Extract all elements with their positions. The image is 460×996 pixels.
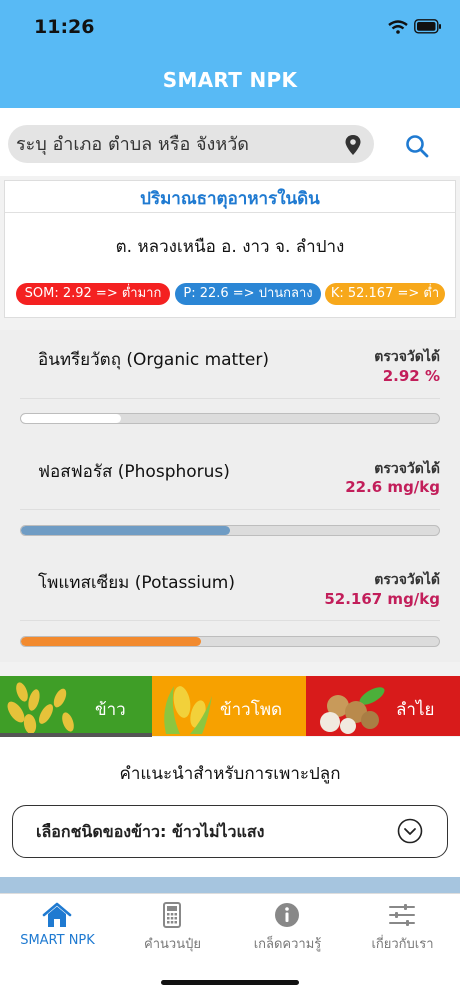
rice-type-select-label: เลือกชนิดของข้าว: ข้าวไม่ไวแสง [36,822,265,841]
tab-about[interactable]: เกี่ยวกับเรา [345,893,460,968]
wifi-icon [388,20,408,34]
rice-plant-icon [7,682,74,734]
divider [20,398,440,399]
phosphorus-value: 22.6 mg/kg [345,478,440,496]
measured-label: ตรวจวัดได้ [374,461,440,477]
recommendation-title: คำแนะนำสำหรับการเพาะปลูก [119,764,341,784]
potassium-value: 52.167 mg/kg [324,590,440,608]
phosphorus-label: ฟอสฟอรัส (Phosphorus) [38,462,230,482]
crop-tab-corn[interactable]: ข้าวโพด [152,676,306,736]
battery-icon [414,19,441,34]
location-text: ต. หลวงเหนือ อ. งาว จ. ลำปาง [115,237,345,257]
calculator-icon [163,902,181,928]
potassium-bar-fill [21,637,201,646]
som-badge: SOM: 2.92 => ต่ำมาก [16,283,170,305]
tab-smart-npk[interactable]: SMART NPK [0,893,115,968]
page-title: SMART NPK [162,68,298,92]
tab-fertilizer-calculator[interactable]: คำนวนปุ๋ย [115,893,230,968]
measured-label: ตรวจวัดได้ [374,349,440,365]
crop-tab-longan[interactable]: ลำไย [306,676,460,736]
home-indicator [161,980,299,985]
search-input[interactable] [8,125,374,163]
info-icon [275,903,299,927]
organic-matter-value: 2.92 % [382,367,440,385]
phosphorus-bar [20,525,440,536]
organic-matter-bar-fill [21,414,122,423]
tab-label: เกล็ดความรู้ [253,937,322,952]
divider [20,620,440,621]
location-pin-icon[interactable] [343,134,363,156]
tab-knowledge[interactable]: เกล็ดความรู้ [230,893,345,968]
sliders-icon [389,904,415,926]
longan-fruit-icon [320,687,385,734]
potassium-label: โพแทสเซียม (Potassium) [38,573,235,593]
card-title: ปริมาณธาตุอาหารในดิน [140,189,320,209]
corn-icon [164,686,212,734]
potassium-bar [20,636,440,647]
tab-label: SMART NPK [20,933,95,948]
tab-label: คำนวนปุ๋ย [144,937,201,952]
crop-label: ลำไย [396,700,435,720]
search-icon[interactable] [404,133,430,159]
divider [5,212,455,213]
measured-label: ตรวจวัดได้ [374,572,440,588]
home-icon [42,902,72,927]
chevron-down-icon[interactable] [397,818,423,844]
status-time: 11:26 [34,16,95,38]
organic-matter-bar [20,413,440,424]
crop-label: ข้าว [95,700,126,720]
organic-matter-label: อินทรียวัตถุ (Organic matter) [38,350,269,370]
crop-label: ข้าวโพด [220,700,283,720]
tab-label: เกี่ยวกับเรา [371,937,434,952]
phosphorus-badge: P: 22.6 => ปานกลาง [175,283,321,305]
divider [20,509,440,510]
phosphorus-bar-fill [21,526,230,535]
crop-tab-rice[interactable]: ข้าว [0,676,152,736]
potassium-badge: K: 52.167 => ต่ำ [325,283,445,305]
